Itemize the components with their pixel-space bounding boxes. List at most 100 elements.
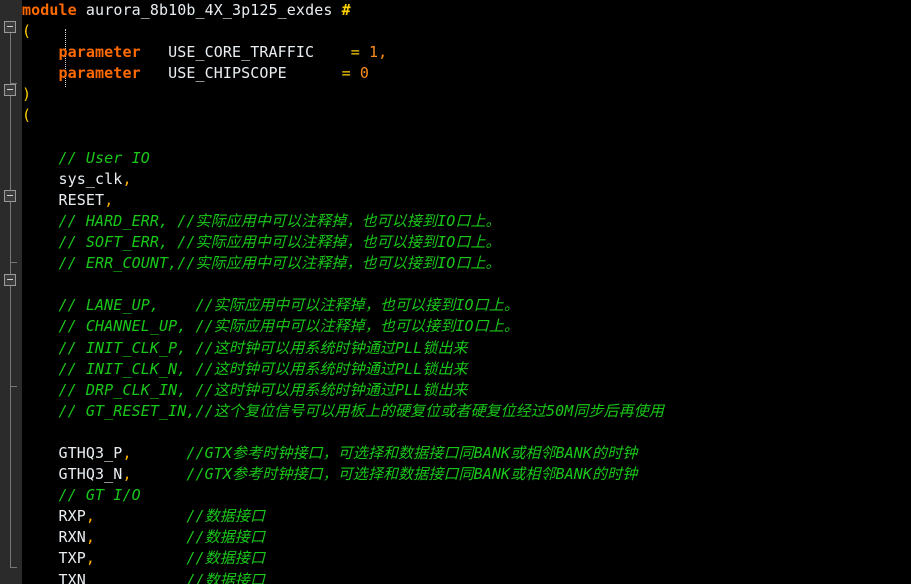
code-token: // INIT_CLK_P, // [22, 338, 214, 357]
code-token: # [341, 1, 351, 19]
line-port-txn[interactable]: TXN //数据接口 [22, 570, 911, 584]
line-blank-3[interactable] [22, 422, 911, 443]
code-token: 数据接口 [204, 549, 266, 568]
line-port-open-paren[interactable]: ( [22, 105, 911, 126]
code-token: 数据接口 [204, 570, 266, 584]
code-token: TXN [22, 570, 86, 584]
code-token: IO [437, 211, 456, 230]
code-token: BANK [555, 465, 593, 484]
fold-marker-port-list[interactable] [4, 84, 16, 96]
fold-range-end-block-2 [10, 386, 17, 387]
code-token: , [85, 549, 96, 568]
code-token: 或相邻 [510, 443, 556, 462]
code-token: , [122, 465, 132, 484]
code-token: 这时钟可以用系统时钟通过 [213, 359, 395, 378]
code-token: ( [22, 22, 32, 41]
line-comment-gt-reset-in[interactable]: // GT_RESET_IN,//这个复位信号可以用板上的硬复位或者硬复位经过5… [22, 401, 911, 422]
fold-marker-comment-block-2[interactable] [4, 274, 16, 286]
code-token: 或相邻 [510, 465, 556, 484]
line-port-gthq3-n[interactable]: GTHQ3_N, //GTX参考时钟接口，可选择和数据接口同BANK或相邻BAN… [22, 464, 911, 485]
line-port-rxn[interactable]: RXN, //数据接口 [22, 527, 911, 548]
code-token: RXN [22, 528, 86, 547]
line-blank-2[interactable] [22, 274, 911, 295]
line-param-use-chipscope[interactable]: parameter USE_CHIPSCOPE = 0 [22, 63, 911, 84]
line-comment-channel-up[interactable]: // CHANNEL_UP, //实际应用中可以注释掉，也可以接到IO口上。 [22, 316, 911, 337]
fold-marker-port-params[interactable] [4, 21, 16, 33]
code-token: GTHQ3_P [22, 443, 123, 462]
code-token: , [85, 528, 96, 547]
code-token: // User IO [22, 148, 150, 167]
line-port-rxp[interactable]: RXP, //数据接口 [22, 506, 911, 527]
line-comment-drp-clk-in[interactable]: // DRP_CLK_IN, //这时钟可以用系统时钟通过PLL锁出来 [22, 380, 911, 401]
code-token: // CHANNEL_UP, // [22, 317, 214, 336]
code-token: aurora_8b10b_4X_3p125_exdes [76, 1, 342, 19]
fold-range-end-block-1 [10, 262, 17, 263]
code-token: BANK [473, 465, 511, 484]
code-token: parameter [22, 64, 141, 83]
code-token: // [95, 549, 205, 568]
line-comment-init-clk-n[interactable]: // INIT_CLK_N, //这时钟可以用系统时钟通过PLL锁出来 [22, 359, 911, 380]
code-token: // [85, 570, 205, 584]
code-token: // INIT_CLK_N, // [22, 359, 214, 378]
line-comment-soft-err[interactable]: // SOFT_ERR, //实际应用中可以注释掉，也可以接到IO口上。 [22, 232, 911, 253]
line-comment-init-clk-p[interactable]: // INIT_CLK_P, //这时钟可以用系统时钟通过PLL锁出来 [22, 338, 911, 359]
code-token: IO [437, 233, 456, 252]
code-token: = [314, 43, 360, 62]
code-token: 的时钟 [592, 465, 638, 484]
code-token: IO [437, 254, 456, 273]
code-token: ) [22, 85, 32, 104]
line-comment-hard-err[interactable]: // HARD_ERR, //实际应用中可以注释掉，也可以接到IO口上。 [22, 211, 911, 232]
code-token: // ERR_COUNT,// [22, 254, 196, 273]
line-comment-user-io[interactable]: // User IO [22, 148, 911, 169]
line-comment-lane-up[interactable]: // LANE_UP, //实际应用中可以注释掉，也可以接到IO口上。 [22, 295, 911, 316]
code-token: // SOFT_ERR, // [22, 233, 196, 252]
code-token: BANK [473, 443, 511, 462]
code-token: 这个复位信号可以用板上的硬复位或者硬复位经过 [213, 401, 546, 420]
code-token: , [122, 169, 132, 188]
code-token: //GTX [131, 465, 233, 484]
code-token: 实际应用中可以注释掉，也可以接到 [195, 254, 438, 273]
code-token: IO [455, 317, 474, 336]
code-token: module [22, 1, 77, 19]
fold-gutter[interactable] [0, 0, 23, 584]
code-token: 锁出来 [422, 380, 468, 399]
code-token: // [95, 528, 205, 547]
code-token: USE_CORE_TRAFFIC [140, 43, 315, 62]
code-token: 0 [350, 64, 369, 83]
code-token: ( [22, 106, 32, 125]
code-text-area[interactable]: module aurora_8b10b_4X_3p125_exdes #( pa… [22, 0, 911, 584]
line-port-reset[interactable]: RESET, [22, 190, 911, 211]
code-token: sys_clk [22, 169, 123, 188]
code-token: // DRP_CLK_IN, // [22, 380, 214, 399]
line-blank-1[interactable] [22, 127, 911, 148]
code-token: 参考时钟接口，可选择和数据接口同 [232, 465, 474, 484]
fold-marker-comment-block-1[interactable] [4, 190, 16, 202]
code-token: 数据接口 [204, 528, 266, 547]
fold-range-line-params [10, 33, 11, 83]
line-param-open-paren[interactable]: ( [22, 21, 911, 42]
line-param-use-core-traffic[interactable]: parameter USE_CORE_TRAFFIC = 1, [22, 42, 911, 63]
line-port-gthq3-p[interactable]: GTHQ3_P, //GTX参考时钟接口，可选择和数据接口同BANK或相邻BAN… [22, 443, 911, 464]
code-token: // [95, 507, 205, 526]
code-token: // HARD_ERR, // [22, 211, 196, 230]
line-module-decl[interactable]: module aurora_8b10b_4X_3p125_exdes # [22, 0, 911, 21]
line-comment-err-count[interactable]: // ERR_COUNT,//实际应用中可以注释掉，也可以接到IO口上。 [22, 253, 911, 274]
code-editor[interactable]: module aurora_8b10b_4X_3p125_exdes #( pa… [0, 0, 911, 584]
code-token: 口上。 [473, 296, 519, 315]
line-param-close-paren[interactable]: ) [22, 84, 911, 105]
code-token: IO [455, 296, 474, 315]
code-token: , [122, 443, 132, 462]
line-comment-gt-io[interactable]: // GT I/O [22, 485, 911, 506]
code-token: 实际应用中可以注释掉，也可以接到 [213, 317, 456, 336]
code-token: 参考时钟接口，可选择和数据接口同 [232, 443, 474, 462]
code-token: // GT I/O [22, 486, 141, 505]
code-token: PLL [394, 380, 423, 399]
code-token: 同步后再使用 [573, 401, 664, 420]
code-token: 这时钟可以用系统时钟通过 [213, 338, 395, 357]
line-port-sys-clk[interactable]: sys_clk, [22, 169, 911, 190]
line-port-txp[interactable]: TXP, //数据接口 [22, 548, 911, 569]
fold-range-end-ports [10, 567, 17, 568]
code-token: , [104, 190, 114, 209]
